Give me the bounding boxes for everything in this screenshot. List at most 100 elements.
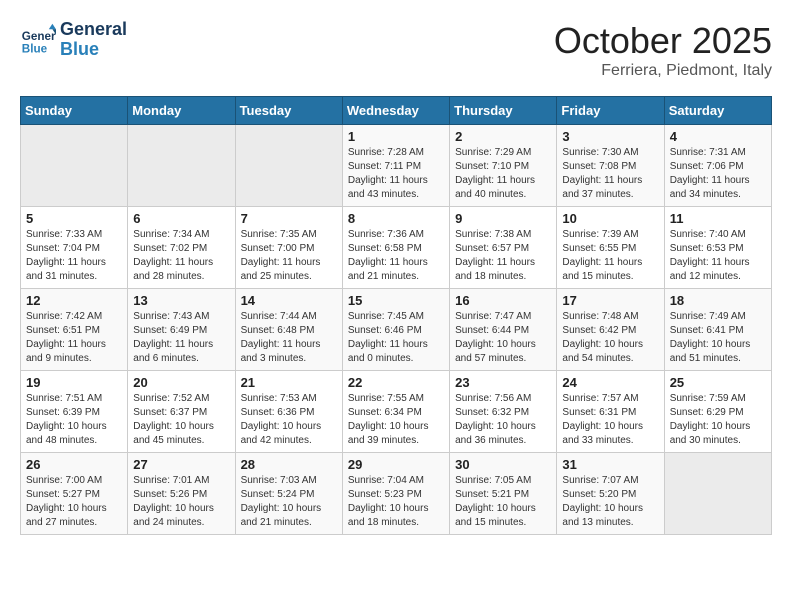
calendar-cell: 31Sunrise: 7:07 AM Sunset: 5:20 PM Dayli… — [557, 453, 664, 535]
page-header: General Blue General Blue October 2025 F… — [20, 20, 772, 80]
weekday-header-wednesday: Wednesday — [342, 97, 449, 125]
calendar-cell: 29Sunrise: 7:04 AM Sunset: 5:23 PM Dayli… — [342, 453, 449, 535]
day-info: Sunrise: 7:40 AM Sunset: 6:53 PM Dayligh… — [670, 228, 766, 284]
weekday-header-tuesday: Tuesday — [235, 97, 342, 125]
day-info: Sunrise: 7:00 AM Sunset: 5:27 PM Dayligh… — [26, 474, 122, 530]
calendar-cell: 13 Sunrise: 7:43 AM Sunset: 6:49 PM Dayli… — [128, 289, 235, 371]
weekday-header-monday: Monday — [128, 97, 235, 125]
day-number: 31 — [562, 457, 658, 472]
calendar-cell: 9Sunrise: 7:38 AM Sunset: 6:57 PM Daylig… — [450, 207, 557, 289]
day-info: Sunrise: 7:39 AM Sunset: 6:55 PM Dayligh… — [562, 228, 658, 284]
calendar-cell: 5Sunrise: 7:33 AM Sunset: 7:04 PM Daylig… — [21, 207, 128, 289]
day-info: Sunrise: 7:03 AM Sunset: 5:24 PM Dayligh… — [241, 474, 337, 530]
day-info: Sunrise: 7:47 AM Sunset: 6:44 PM Dayligh… — [455, 310, 551, 366]
week-row-3: 12 Sunrise: 7:42 AM Sunset: 6:51 PM Dayli… — [21, 289, 772, 371]
day-info: Sunrise: 7:38 AM Sunset: 6:57 PM Dayligh… — [455, 228, 551, 284]
day-info: Sunrise: 7:42 AM Sunset: 6:51 PM Dayligh… — [26, 310, 122, 366]
calendar-cell: 22Sunrise: 7:55 AM Sunset: 6:34 PM Dayli… — [342, 371, 449, 453]
calendar-cell: 27 Sunrise: 7:01 AM Sunset: 5:26 PM Dayli… — [128, 453, 235, 535]
day-info: Sunrise: 7:01 AM Sunset: 5:26 PM Dayligh… — [133, 474, 229, 530]
calendar-cell: 26 Sunrise: 7:00 AM Sunset: 5:27 PM Dayli… — [21, 453, 128, 535]
day-info: Sunrise: 7:28 AM Sunset: 7:11 PM Dayligh… — [348, 146, 444, 202]
day-number: 16 — [455, 293, 551, 308]
calendar-cell: 23 Sunrise: 7:56 AM Sunset: 6:32 PM Dayli… — [450, 371, 557, 453]
day-info: Sunrise: 7:49 AM Sunset: 6:41 PM Dayligh… — [670, 310, 766, 366]
day-number: 26 — [26, 457, 122, 472]
weekday-header-row: SundayMondayTuesdayWednesdayThursdayFrid… — [21, 97, 772, 125]
svg-text:General: General — [22, 30, 56, 43]
logo-blue: Blue — [60, 40, 127, 60]
day-info: Sunrise: 7:35 AM Sunset: 7:00 PM Dayligh… — [241, 228, 337, 284]
day-number: 3 — [562, 129, 658, 144]
calendar-cell: 4Sunrise: 7:31 AM Sunset: 7:06 PM Daylig… — [664, 125, 771, 207]
day-info: Sunrise: 7:04 AM Sunset: 5:23 PM Dayligh… — [348, 474, 444, 530]
calendar-cell: 10 Sunrise: 7:39 AM Sunset: 6:55 PM Dayli… — [557, 207, 664, 289]
day-info: Sunrise: 7:53 AM Sunset: 6:36 PM Dayligh… — [241, 392, 337, 448]
calendar-cell: 12 Sunrise: 7:42 AM Sunset: 6:51 PM Dayli… — [21, 289, 128, 371]
calendar-cell: 11 Sunrise: 7:40 AM Sunset: 6:53 PM Dayli… — [664, 207, 771, 289]
weekday-header-friday: Friday — [557, 97, 664, 125]
calendar-cell: 2 Sunrise: 7:29 AM Sunset: 7:10 PM Daylig… — [450, 125, 557, 207]
day-number: 7 — [241, 211, 337, 226]
calendar-cell — [664, 453, 771, 535]
day-info: Sunrise: 7:30 AM Sunset: 7:08 PM Dayligh… — [562, 146, 658, 202]
day-number: 18 — [670, 293, 766, 308]
day-info: Sunrise: 7:05 AM Sunset: 5:21 PM Dayligh… — [455, 474, 551, 530]
day-info: Sunrise: 7:59 AM Sunset: 6:29 PM Dayligh… — [670, 392, 766, 448]
day-number: 28 — [241, 457, 337, 472]
day-number: 12 — [26, 293, 122, 308]
calendar-cell: 30 Sunrise: 7:05 AM Sunset: 5:21 PM Dayli… — [450, 453, 557, 535]
day-number: 19 — [26, 375, 122, 390]
day-number: 23 — [455, 375, 551, 390]
weekday-header-saturday: Saturday — [664, 97, 771, 125]
day-info: Sunrise: 7:31 AM Sunset: 7:06 PM Dayligh… — [670, 146, 766, 202]
week-row-2: 5Sunrise: 7:33 AM Sunset: 7:04 PM Daylig… — [21, 207, 772, 289]
day-number: 14 — [241, 293, 337, 308]
day-info: Sunrise: 7:57 AM Sunset: 6:31 PM Dayligh… — [562, 392, 658, 448]
logo-icon: General Blue — [20, 22, 56, 58]
calendar-cell: 21 Sunrise: 7:53 AM Sunset: 6:36 PM Dayli… — [235, 371, 342, 453]
day-number: 15 — [348, 293, 444, 308]
day-number: 11 — [670, 211, 766, 226]
day-number: 24 — [562, 375, 658, 390]
day-info: Sunrise: 7:45 AM Sunset: 6:46 PM Dayligh… — [348, 310, 444, 366]
calendar-cell: 15 Sunrise: 7:45 AM Sunset: 6:46 PM Dayli… — [342, 289, 449, 371]
day-number: 1 — [348, 129, 444, 144]
logo-general: General — [60, 20, 127, 40]
calendar-cell: 25 Sunrise: 7:59 AM Sunset: 6:29 PM Dayli… — [664, 371, 771, 453]
calendar-cell — [128, 125, 235, 207]
day-info: Sunrise: 7:51 AM Sunset: 6:39 PM Dayligh… — [26, 392, 122, 448]
logo: General Blue General Blue — [20, 20, 127, 60]
calendar-cell: 3 Sunrise: 7:30 AM Sunset: 7:08 PM Daylig… — [557, 125, 664, 207]
title-block: October 2025 Ferriera, Piedmont, Italy — [554, 20, 772, 80]
day-info: Sunrise: 7:43 AM Sunset: 6:49 PM Dayligh… — [133, 310, 229, 366]
calendar-cell — [21, 125, 128, 207]
day-number: 25 — [670, 375, 766, 390]
day-number: 13 — [133, 293, 229, 308]
day-info: Sunrise: 7:48 AM Sunset: 6:42 PM Dayligh… — [562, 310, 658, 366]
calendar-cell: 16 Sunrise: 7:47 AM Sunset: 6:44 PM Dayli… — [450, 289, 557, 371]
weekday-header-thursday: Thursday — [450, 97, 557, 125]
calendar-cell — [235, 125, 342, 207]
week-row-1: 1 Sunrise: 7:28 AM Sunset: 7:11 PM Daylig… — [21, 125, 772, 207]
day-number: 20 — [133, 375, 229, 390]
day-info: Sunrise: 7:29 AM Sunset: 7:10 PM Dayligh… — [455, 146, 551, 202]
day-number: 30 — [455, 457, 551, 472]
calendar-cell: 28 Sunrise: 7:03 AM Sunset: 5:24 PM Dayli… — [235, 453, 342, 535]
day-number: 21 — [241, 375, 337, 390]
day-number: 2 — [455, 129, 551, 144]
svg-text:Blue: Blue — [22, 42, 48, 55]
day-number: 22 — [348, 375, 444, 390]
day-info: Sunrise: 7:33 AM Sunset: 7:04 PM Dayligh… — [26, 228, 122, 284]
day-info: Sunrise: 7:44 AM Sunset: 6:48 PM Dayligh… — [241, 310, 337, 366]
day-number: 10 — [562, 211, 658, 226]
calendar-cell: 24 Sunrise: 7:57 AM Sunset: 6:31 PM Dayli… — [557, 371, 664, 453]
weekday-header-sunday: Sunday — [21, 97, 128, 125]
calendar-cell: 6Sunrise: 7:34 AM Sunset: 7:02 PM Daylig… — [128, 207, 235, 289]
calendar-cell: 19 Sunrise: 7:51 AM Sunset: 6:39 PM Dayli… — [21, 371, 128, 453]
day-info: Sunrise: 7:56 AM Sunset: 6:32 PM Dayligh… — [455, 392, 551, 448]
week-row-4: 19 Sunrise: 7:51 AM Sunset: 6:39 PM Dayli… — [21, 371, 772, 453]
day-number: 27 — [133, 457, 229, 472]
calendar-cell: 14 Sunrise: 7:44 AM Sunset: 6:48 PM Dayli… — [235, 289, 342, 371]
day-info: Sunrise: 7:36 AM Sunset: 6:58 PM Dayligh… — [348, 228, 444, 284]
